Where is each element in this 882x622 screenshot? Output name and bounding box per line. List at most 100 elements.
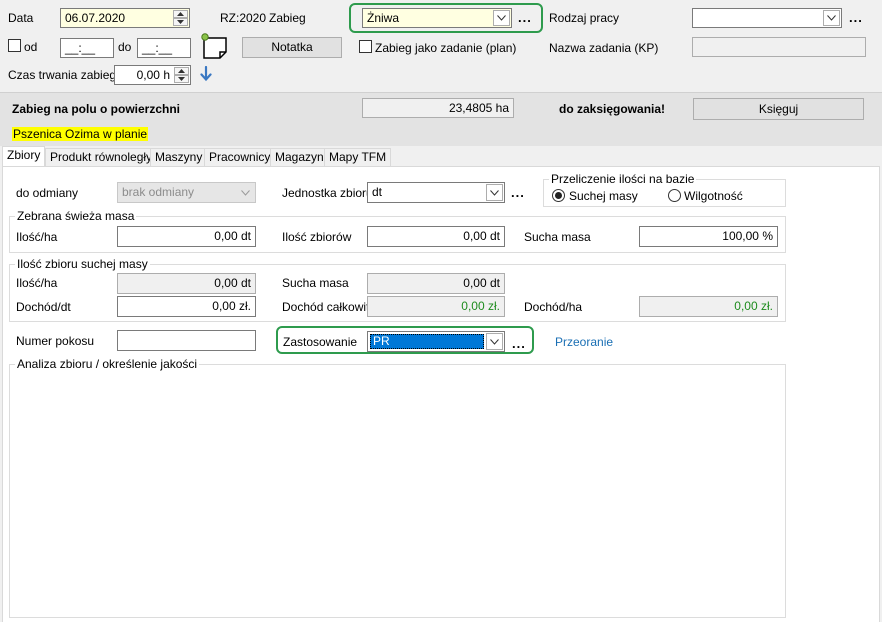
- jednostka-select[interactable]: dt: [367, 182, 505, 203]
- od-label: od: [24, 40, 38, 54]
- rodzaj-label: Rodzaj pracy: [549, 11, 620, 25]
- numer-pokosu-field[interactable]: [117, 330, 256, 351]
- ilosc-ha-field[interactable]: 0,00 dt: [117, 226, 256, 247]
- nazwa-zadania-label: Nazwa zadania (KP): [549, 41, 659, 55]
- sucha-masa-label: Sucha masa: [524, 230, 591, 244]
- ilosc-zbiorow-value: 0,00 dt: [463, 229, 500, 243]
- odmiana-select[interactable]: brak odmiany: [117, 182, 256, 203]
- przeliczenie-title: Przeliczenie ilości na bazie: [549, 172, 697, 186]
- tab-panel: do odmiany brak odmiany Jednostka zbioru…: [2, 166, 880, 622]
- zadanie-label: Zabieg jako zadanie (plan): [375, 41, 517, 55]
- radio-wilgotnosc[interactable]: [668, 189, 681, 202]
- dochod-dt-value: 0,00 zł.: [212, 299, 251, 313]
- czas-field[interactable]: 0,00 h: [114, 65, 191, 85]
- rodzaj-select[interactable]: [692, 8, 842, 28]
- rodzaj-more-button[interactable]: ...: [849, 11, 863, 24]
- do-time-field[interactable]: __:__: [137, 38, 191, 58]
- zastosowanie-select[interactable]: PR: [367, 331, 505, 352]
- od-checkbox[interactable]: [8, 39, 21, 52]
- ilosc-ha-value: 0,00 dt: [214, 229, 251, 243]
- spin-up-icon[interactable]: [174, 67, 189, 75]
- dochod-ha-label: Dochód/ha: [524, 300, 583, 314]
- chevron-down-icon[interactable]: [486, 333, 503, 350]
- radio-wilgotnosc-label: Wilgotność: [684, 189, 743, 203]
- nazwa-zadania-field[interactable]: [692, 37, 866, 57]
- crop-plan-label: Pszenica Ozima w planie: [12, 127, 149, 141]
- czas-label: Czas trwania zabiegu: [8, 68, 123, 82]
- tab-magazyn[interactable]: Magazyn: [270, 148, 329, 166]
- tab-pracownicy[interactable]: Pracownicy: [204, 148, 276, 166]
- summary-title: Zabieg na polu o powierzchni: [12, 102, 181, 116]
- date-field[interactable]: 06.07.2020: [60, 8, 190, 28]
- area-field: 23,4805 ha: [362, 98, 514, 118]
- dochod-calk-value: 0,00 zł.: [461, 299, 500, 313]
- czas-value: 0,00 h: [136, 68, 170, 82]
- chevron-down-icon[interactable]: [493, 10, 510, 26]
- area-value: 23,4805 ha: [448, 101, 509, 115]
- chevron-down-icon[interactable]: [823, 10, 840, 26]
- ksieguj-button[interactable]: Księguj: [693, 98, 864, 120]
- jednostka-value: dt: [372, 185, 383, 199]
- chevron-down-icon: [237, 184, 254, 201]
- dochod-ha-field: 0,00 zł.: [639, 296, 778, 317]
- rz-label: RZ:2020: [220, 11, 267, 25]
- analiza-group: Analiza zbioru / określenie jakości: [9, 357, 786, 618]
- dochod-dt-field[interactable]: 0,00 zł.: [117, 296, 256, 317]
- do-time-value: __:__: [142, 41, 173, 55]
- arrow-down-icon[interactable]: [200, 65, 212, 82]
- notatka-button[interactable]: Notatka: [242, 37, 342, 58]
- swieza-masa-title: Zebrana świeża masa: [15, 209, 137, 223]
- s-sucha-masa-value: 0,00 dt: [463, 276, 500, 290]
- s-sucha-masa-field: 0,00 dt: [367, 273, 505, 294]
- spin-down-icon[interactable]: [173, 18, 188, 26]
- dochod-ha-value: 0,00 zł.: [734, 299, 773, 313]
- sucha-masa-group-title: Ilość zbioru suchej masy: [15, 257, 150, 271]
- note-icon[interactable]: [200, 32, 230, 60]
- spin-down-icon[interactable]: [174, 75, 189, 83]
- dochod-dt-label: Dochód/dt: [16, 300, 71, 314]
- jednostka-more-button[interactable]: ...: [511, 186, 525, 199]
- dochod-calk-field: 0,00 zł.: [367, 296, 505, 317]
- analiza-title: Analiza zbioru / określenie jakości: [15, 357, 200, 371]
- jednostka-label: Jednostka zbioru: [282, 186, 373, 200]
- do-odmiany-label: do odmiany: [16, 186, 79, 200]
- radio-suchej-label: Suchej masy: [569, 189, 638, 203]
- odmiana-value: brak odmiany: [122, 185, 195, 199]
- ilosc-zbiorow-field[interactable]: 0,00 dt: [367, 226, 505, 247]
- ilosc-ha-label: Ilość/ha: [16, 230, 58, 244]
- zastosowanie-more-button[interactable]: ...: [512, 337, 526, 350]
- dochod-calk-label: Dochód całkowity: [282, 300, 376, 314]
- sucha-masa-field[interactable]: 100,00 %: [639, 226, 778, 247]
- zabieg-label: Zabieg: [269, 11, 306, 25]
- numer-pokosu-label: Numer pokosu: [16, 334, 95, 348]
- s-ilosc-ha-field: 0,00 dt: [117, 273, 256, 294]
- zastosowanie-value: PR: [370, 334, 484, 349]
- tab-produkt-rownolegly[interactable]: Produkt równoległy: [45, 148, 158, 166]
- s-ilosc-ha-value: 0,00 dt: [214, 276, 251, 290]
- od-time-value: __:__: [65, 41, 96, 55]
- tab-maszyny[interactable]: Maszyny: [150, 148, 208, 166]
- s-sucha-masa-label: Sucha masa: [282, 276, 349, 290]
- sucha-masa-value: 100,00 %: [722, 229, 773, 243]
- czas-spinner[interactable]: [174, 67, 189, 83]
- date-spinner[interactable]: [173, 10, 188, 26]
- status-text: do zaksięgowania!: [559, 102, 666, 116]
- tab-zbiory[interactable]: Zbiory: [2, 146, 46, 167]
- chevron-down-icon[interactable]: [486, 184, 503, 201]
- zabieg-select[interactable]: Żniwa: [362, 8, 512, 28]
- date-value: 06.07.2020: [65, 11, 126, 25]
- date-label: Data: [8, 11, 34, 25]
- ilosc-zbiorow-label: Ilość zbiorów: [282, 230, 352, 244]
- tab-mapy-tfm[interactable]: Mapy TFM: [324, 148, 392, 166]
- od-time-field[interactable]: __:__: [60, 38, 114, 58]
- zabieg-more-button[interactable]: ...: [518, 11, 532, 24]
- przeoranie-link[interactable]: Przeoranie: [555, 335, 613, 349]
- spin-up-icon[interactable]: [173, 10, 188, 18]
- przeliczenie-group: Przeliczenie ilości na bazie Suchej masy…: [543, 172, 786, 207]
- zastosowanie-label: Zastosowanie: [283, 335, 358, 349]
- radio-suchej-masy[interactable]: [552, 189, 565, 202]
- s-ilosc-ha-label: Ilość/ha: [16, 276, 58, 290]
- do-label: do: [118, 40, 132, 54]
- zadanie-checkbox[interactable]: [359, 40, 372, 53]
- zabieg-value: Żniwa: [367, 11, 400, 25]
